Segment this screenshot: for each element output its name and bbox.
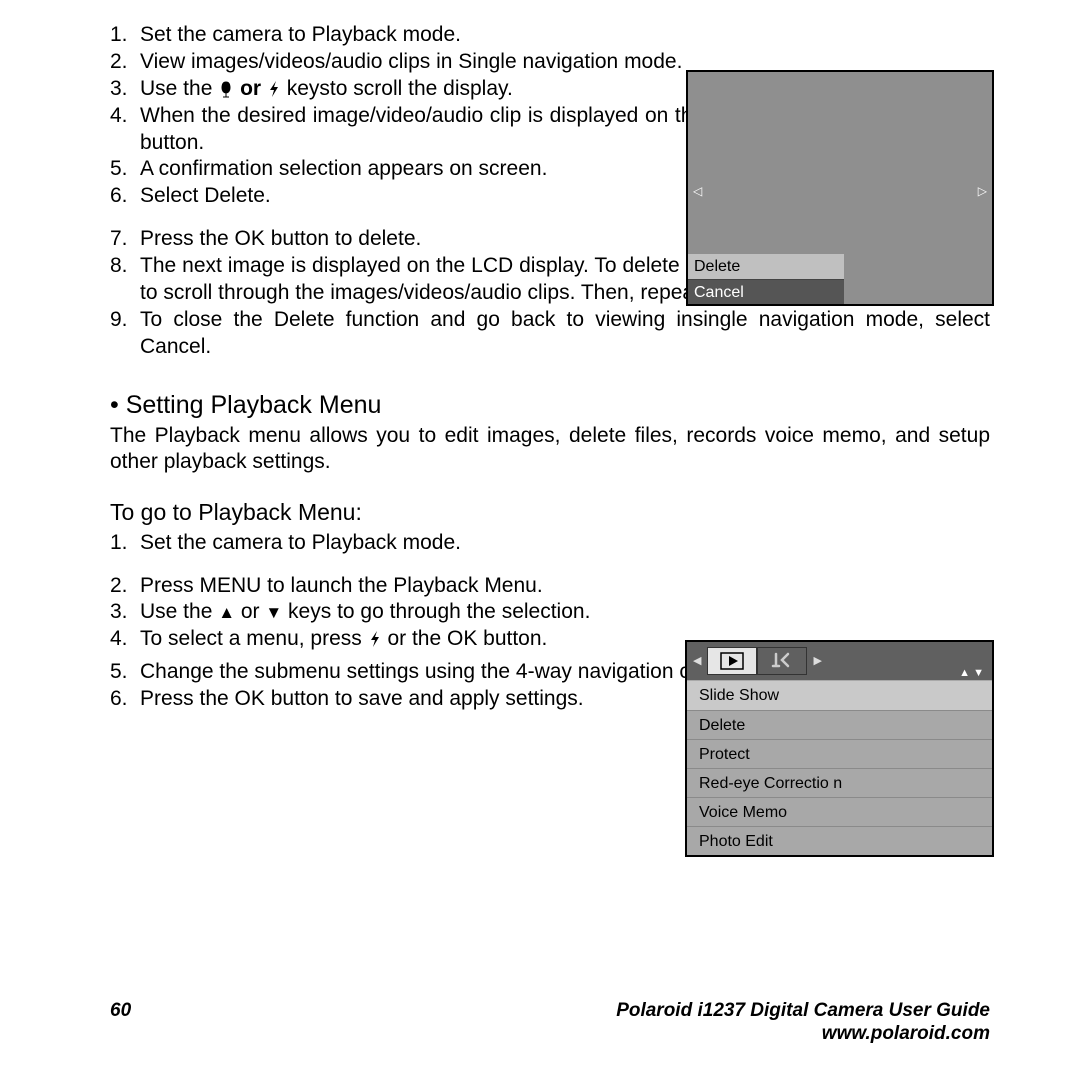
tab-left-icon: ◀ — [687, 654, 707, 668]
nav-left-icon: ◁ — [693, 184, 702, 199]
section-title: • Setting Playback Menu — [110, 389, 990, 421]
tab-playback-icon — [707, 647, 757, 675]
menu-item: Delete — [687, 710, 992, 739]
step-item: 2.Press MENU to launch the Playback Menu… — [110, 573, 990, 600]
step-item: 1.Set the camera to Playback mode. — [110, 22, 990, 49]
menu-item: Photo Edit — [687, 826, 992, 855]
menu-item: Red-eye Correctio n — [687, 768, 992, 797]
up-down-icon: ▲ ▼ — [959, 666, 984, 680]
menu-item: Voice Memo — [687, 797, 992, 826]
option-delete: Delete — [688, 254, 844, 279]
tab-right-icon: ▶ — [807, 654, 827, 668]
menu-item: Protect — [687, 739, 992, 768]
section-desc: The Playback menu allows you to edit ima… — [110, 423, 990, 477]
option-cancel: Cancel — [688, 279, 844, 304]
page-number: 60 — [110, 999, 131, 1047]
lcd-playback-menu: ◀ ▶ ▲ ▼ Slide ShowDeleteProtectRed-eye C… — [685, 640, 994, 857]
step-item: 3.Use the ▲ or ▼ keys to go through the … — [110, 599, 990, 626]
sub-title: To go to Playback Menu: — [110, 498, 990, 527]
step-item: 9.To close the Delete function and go ba… — [110, 307, 990, 361]
nav-right-icon: ▷ — [978, 184, 987, 199]
menu-item: Slide Show — [687, 681, 992, 710]
tab-setup-icon — [757, 647, 807, 675]
lcd-delete-confirm: ◁ ▷ Delete Cancel — [686, 70, 994, 306]
step-item: 1.Set the camera to Playback mode. — [110, 530, 990, 557]
footer-guide: Polaroid i1237 Digital Camera User Guide… — [616, 999, 990, 1047]
